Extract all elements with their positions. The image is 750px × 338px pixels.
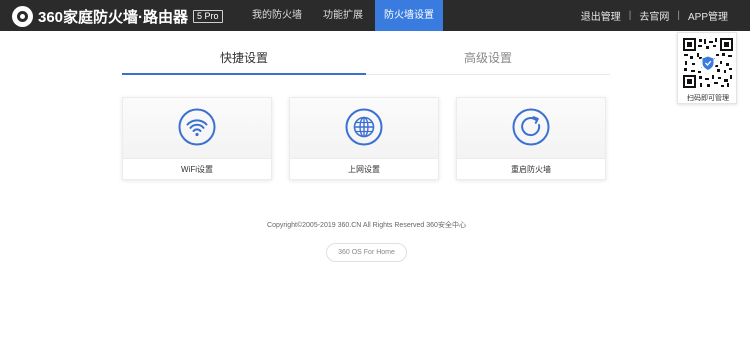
settings-tabs: 快捷设置 高级设置 bbox=[122, 44, 610, 75]
tab-quick-settings[interactable]: 快捷设置 bbox=[122, 44, 366, 75]
nav-firewall-settings[interactable]: 防火墙设置 bbox=[375, 0, 443, 31]
wifi-settings-label: WiFi设置 bbox=[123, 158, 271, 180]
logo-text: 360家庭防火墙·路由器 bbox=[38, 8, 189, 26]
logout-link[interactable]: 退出管理 bbox=[581, 8, 621, 23]
nav-my-firewall[interactable]: 我的防火墙 bbox=[240, 0, 314, 31]
app-manage-link[interactable]: APP管理 bbox=[688, 8, 728, 23]
header-links: 退出管理 | 去官网 | APP管理 bbox=[581, 0, 728, 31]
nav-extensions[interactable]: 功能扩展 bbox=[313, 0, 373, 31]
wifi-icon bbox=[178, 108, 216, 146]
logo-icon bbox=[12, 5, 33, 27]
wifi-settings-card[interactable]: WiFi设置 bbox=[122, 97, 272, 180]
app-qr-popup: 扫码即可管理 bbox=[677, 32, 737, 104]
official-site-link[interactable]: 去官网 bbox=[639, 8, 669, 23]
model-badge: 5 Pro bbox=[193, 9, 223, 23]
internet-settings-label: 上网设置 bbox=[290, 158, 438, 180]
logo[interactable]: 360家庭防火墙·路由器 5 Pro bbox=[12, 5, 223, 27]
qr-caption: 扫码即可管理 bbox=[687, 95, 729, 102]
tab-advanced-settings[interactable]: 高级设置 bbox=[366, 44, 610, 75]
restart-firewall-card[interactable]: 重启防火墙 bbox=[456, 97, 606, 180]
restart-firewall-label: 重启防火墙 bbox=[457, 158, 605, 180]
os-label-badge[interactable]: 360 OS For Home bbox=[326, 243, 407, 262]
copyright-text: Copyright©2005-2019 360.CN All Rights Re… bbox=[267, 222, 466, 229]
divider: | bbox=[628, 10, 632, 21]
globe-icon bbox=[345, 108, 383, 146]
internet-settings-card[interactable]: 上网设置 bbox=[289, 97, 439, 180]
restart-icon bbox=[512, 108, 550, 146]
top-navigation-bar: 360家庭防火墙·路由器 5 Pro 我的防火墙 功能扩展 防火墙设置 退出管理… bbox=[0, 0, 750, 31]
divider: | bbox=[677, 10, 680, 21]
qr-code-icon bbox=[682, 37, 734, 89]
